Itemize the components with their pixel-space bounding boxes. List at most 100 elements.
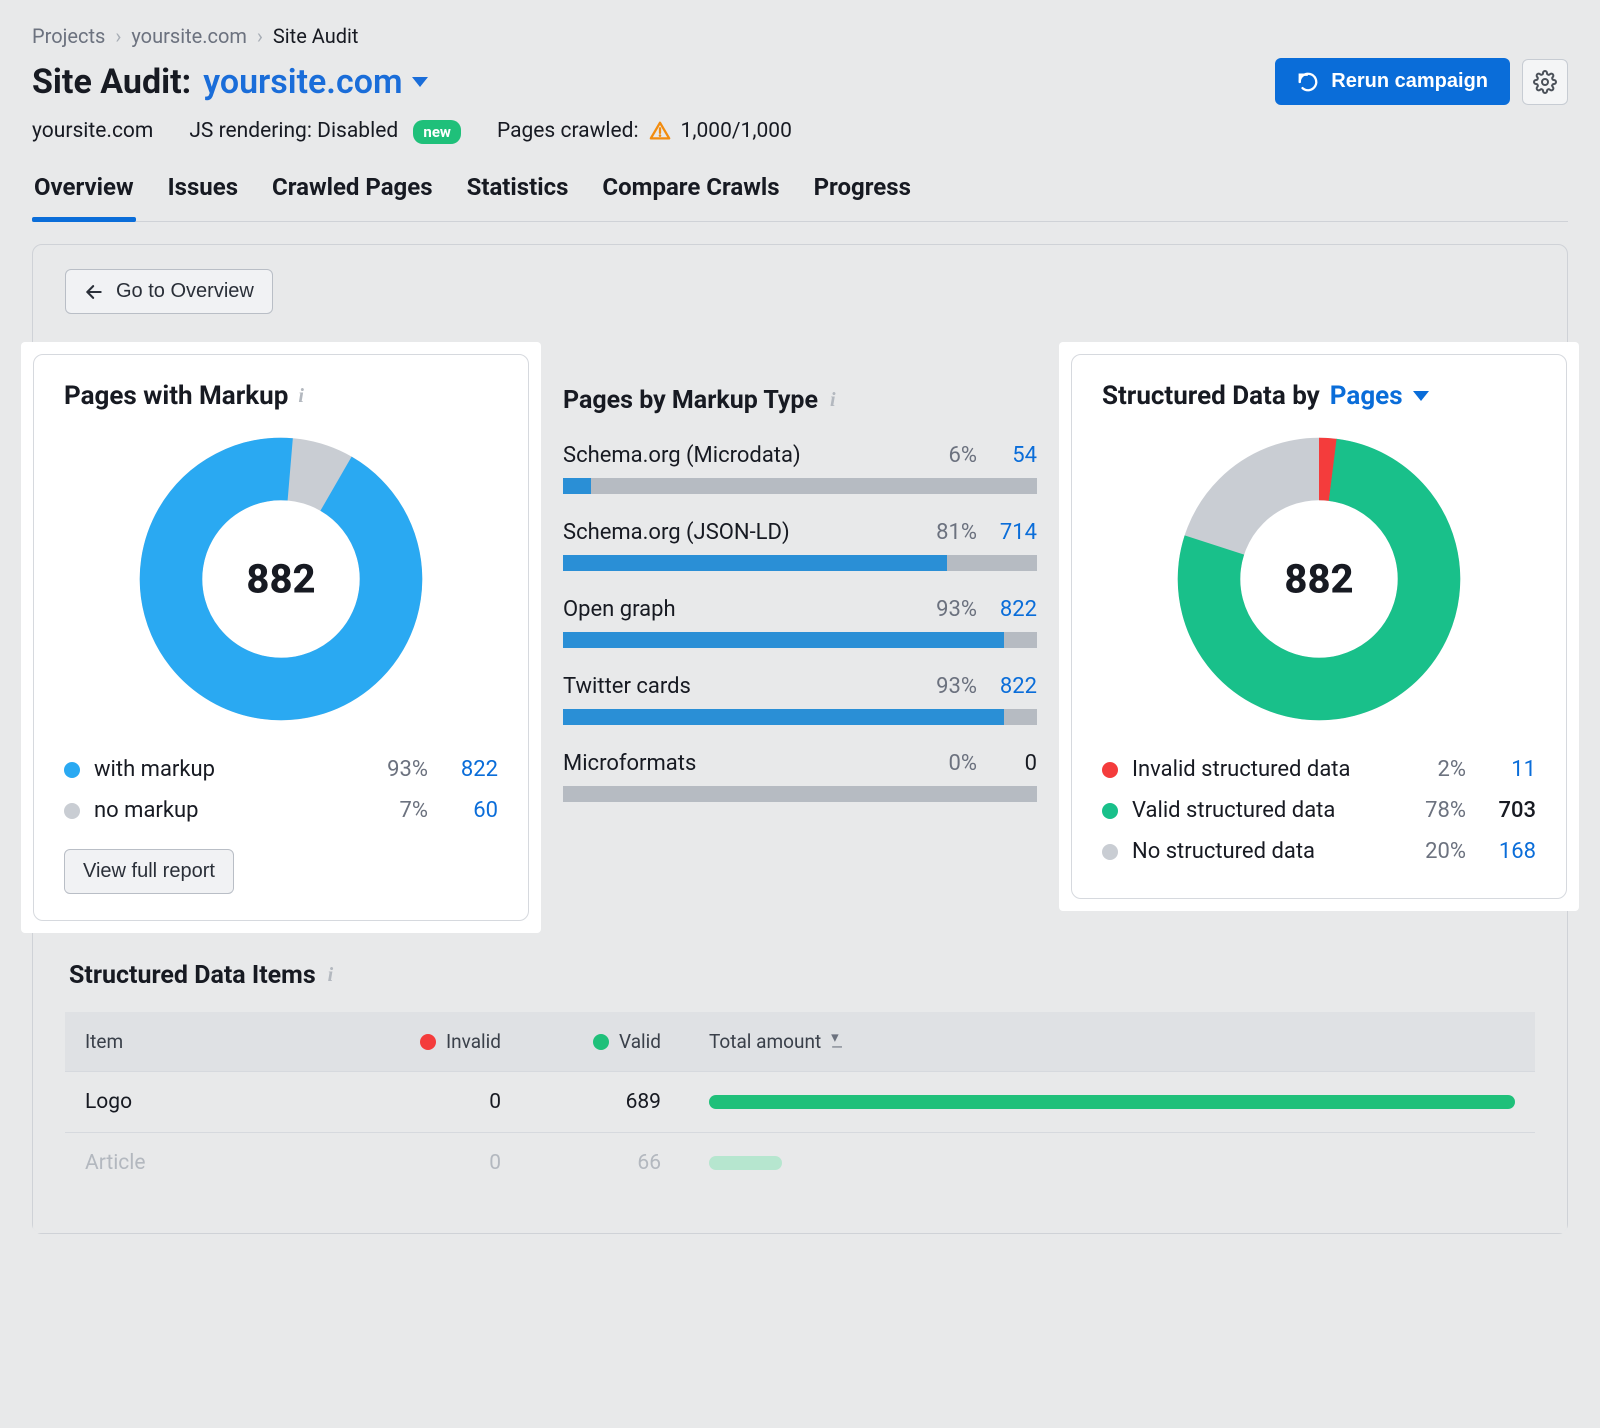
rerun-campaign-label: Rerun campaign (1331, 70, 1488, 93)
view-full-report-button[interactable]: View full report (64, 849, 234, 894)
tab-issues[interactable]: Issues (166, 173, 240, 221)
structured-data-scope-dropdown[interactable]: Pages (1330, 381, 1429, 411)
tab-statistics[interactable]: Statistics (465, 173, 571, 221)
settings-button[interactable] (1522, 59, 1568, 105)
bar-fill (563, 709, 1004, 725)
legend-label: No structured data (1132, 839, 1402, 864)
meta-pages-crawled: Pages crawled: 1,000/1,000 (497, 119, 792, 143)
markup-type-row: Schema.org (Microdata) 6% 54 (563, 443, 1037, 494)
structured-data-items-section: Structured Data Items i Item Invalid Val… (65, 961, 1535, 1233)
markup-type-count[interactable]: 822 (991, 597, 1037, 622)
domain-dropdown-label: yoursite.com (203, 62, 402, 102)
tab-compare-crawls[interactable]: Compare Crawls (600, 173, 781, 221)
bar-track (563, 709, 1037, 725)
markup-type-count[interactable]: 714 (991, 520, 1037, 545)
markup-type-name: Schema.org (Microdata) (563, 443, 949, 468)
left-highlight: Pages with Markup i 882 (21, 342, 541, 933)
legend-label: no markup (94, 798, 364, 823)
markup-type-name: Microformats (563, 751, 949, 776)
legend-row: Invalid structured data 2% 11 (1102, 749, 1536, 790)
legend-pct: 2% (1402, 757, 1466, 782)
domain-dropdown[interactable]: yoursite.com (203, 62, 428, 102)
go-to-overview-label: Go to Overview (116, 280, 254, 303)
meta-js-rendering-value: Disabled (317, 119, 398, 143)
info-icon[interactable]: i (298, 385, 304, 408)
legend-dot-icon (64, 762, 80, 778)
th-valid-label: Valid (619, 1030, 661, 1053)
legend-pct: 20% (1402, 839, 1466, 864)
breadcrumb: Projects › yoursite.com › Site Audit (32, 24, 1568, 48)
right-highlight: Structured Data by Pages (1059, 342, 1579, 911)
rerun-campaign-button[interactable]: Rerun campaign (1275, 58, 1510, 105)
meta-pages-crawled-value: 1,000/1,000 (681, 119, 792, 143)
legend-dot-icon (1102, 803, 1118, 819)
warning-icon (649, 120, 671, 142)
tab-crawled-pages[interactable]: Crawled Pages (270, 173, 435, 221)
legend-count[interactable]: 11 (1466, 757, 1536, 782)
legend-pct: 7% (364, 798, 428, 823)
markup-report-panel: Go to Overview Pages with Markup i (32, 244, 1568, 1234)
info-icon[interactable]: i (328, 964, 334, 987)
info-icon[interactable]: i (830, 389, 836, 412)
breadcrumb-current: Site Audit (273, 24, 359, 48)
bar-track (563, 555, 1037, 571)
sdi-table-row[interactable]: Article 0 66 (65, 1132, 1535, 1193)
legend-dot-icon (64, 803, 80, 819)
legend-row: no markup 7% 60 (64, 790, 498, 831)
legend-row: Valid structured data 78% 703 (1102, 790, 1536, 831)
markup-type-row: Twitter cards 93% 822 (563, 674, 1037, 725)
invalid-dot-icon (420, 1034, 436, 1050)
legend-count: 703 (1466, 798, 1536, 823)
th-total-amount[interactable]: Total amount ▾— (685, 1030, 1515, 1053)
pages-with-markup-total: 882 (246, 556, 315, 603)
valid-dot-icon (593, 1034, 609, 1050)
th-item[interactable]: Item (85, 1030, 365, 1053)
sdi-valid-count: 66 (525, 1151, 685, 1175)
sort-icon: ▾— (831, 1032, 843, 1052)
legend-row: No structured data 20% 168 (1102, 831, 1536, 872)
legend-count[interactable]: 60 (428, 798, 498, 823)
page-title: Site Audit: (32, 62, 191, 102)
chevron-right-icon: › (257, 24, 263, 48)
sdi-total-bar (685, 1156, 1515, 1170)
new-badge: new (413, 120, 461, 144)
arrow-left-icon (84, 282, 104, 302)
sdi-invalid-count: 0 (365, 1090, 525, 1114)
meta-js-rendering: JS rendering: Disabled new (189, 119, 461, 143)
markup-type-row: Microformats 0% 0 (563, 751, 1037, 802)
legend-count[interactable]: 822 (428, 757, 498, 782)
markup-type-name: Open graph (563, 597, 936, 622)
th-valid[interactable]: Valid (525, 1030, 685, 1053)
markup-type-name: Twitter cards (563, 674, 936, 699)
chevron-down-icon (412, 77, 428, 87)
bar-fill (563, 632, 1004, 648)
legend-label: with markup (94, 757, 364, 782)
tab-overview[interactable]: Overview (32, 173, 136, 221)
markup-type-row: Open graph 93% 822 (563, 597, 1037, 648)
meta-pages-crawled-label: Pages crawled: (497, 119, 639, 143)
markup-type-count[interactable]: 54 (991, 443, 1037, 468)
bar-track (563, 478, 1037, 494)
breadcrumb-domain[interactable]: yoursite.com (131, 24, 247, 48)
chevron-down-icon (1413, 391, 1429, 401)
go-to-overview-button[interactable]: Go to Overview (65, 269, 273, 314)
pages-with-markup-title: Pages with Markup (64, 381, 288, 411)
sdi-valid-count: 689 (525, 1090, 685, 1114)
markup-type-pct: 81% (936, 520, 977, 545)
pages-by-markup-type: Pages by Markup Type i Schema.org (Micro… (541, 342, 1059, 828)
legend-count[interactable]: 168 (1466, 839, 1536, 864)
sdi-table-row[interactable]: Logo 0 689 (65, 1071, 1535, 1132)
legend-label: Invalid structured data (1132, 757, 1402, 782)
sdi-item-name: Logo (85, 1090, 365, 1114)
breadcrumb-projects[interactable]: Projects (32, 24, 105, 48)
meta-js-rendering-label: JS rendering: (189, 119, 312, 143)
bar-track (563, 786, 1037, 802)
tab-progress[interactable]: Progress (812, 173, 913, 221)
structured-data-total: 882 (1284, 556, 1353, 603)
markup-type-count[interactable]: 822 (991, 674, 1037, 699)
sdi-table-header: Item Invalid Valid Total amount ▾— (65, 1012, 1535, 1071)
structured-data-by-pages-card: Structured Data by Pages (1071, 354, 1567, 899)
legend-pct: 78% (1402, 798, 1466, 823)
tabs: Overview Issues Crawled Pages Statistics Com… (32, 173, 1568, 222)
th-invalid[interactable]: Invalid (365, 1030, 525, 1053)
